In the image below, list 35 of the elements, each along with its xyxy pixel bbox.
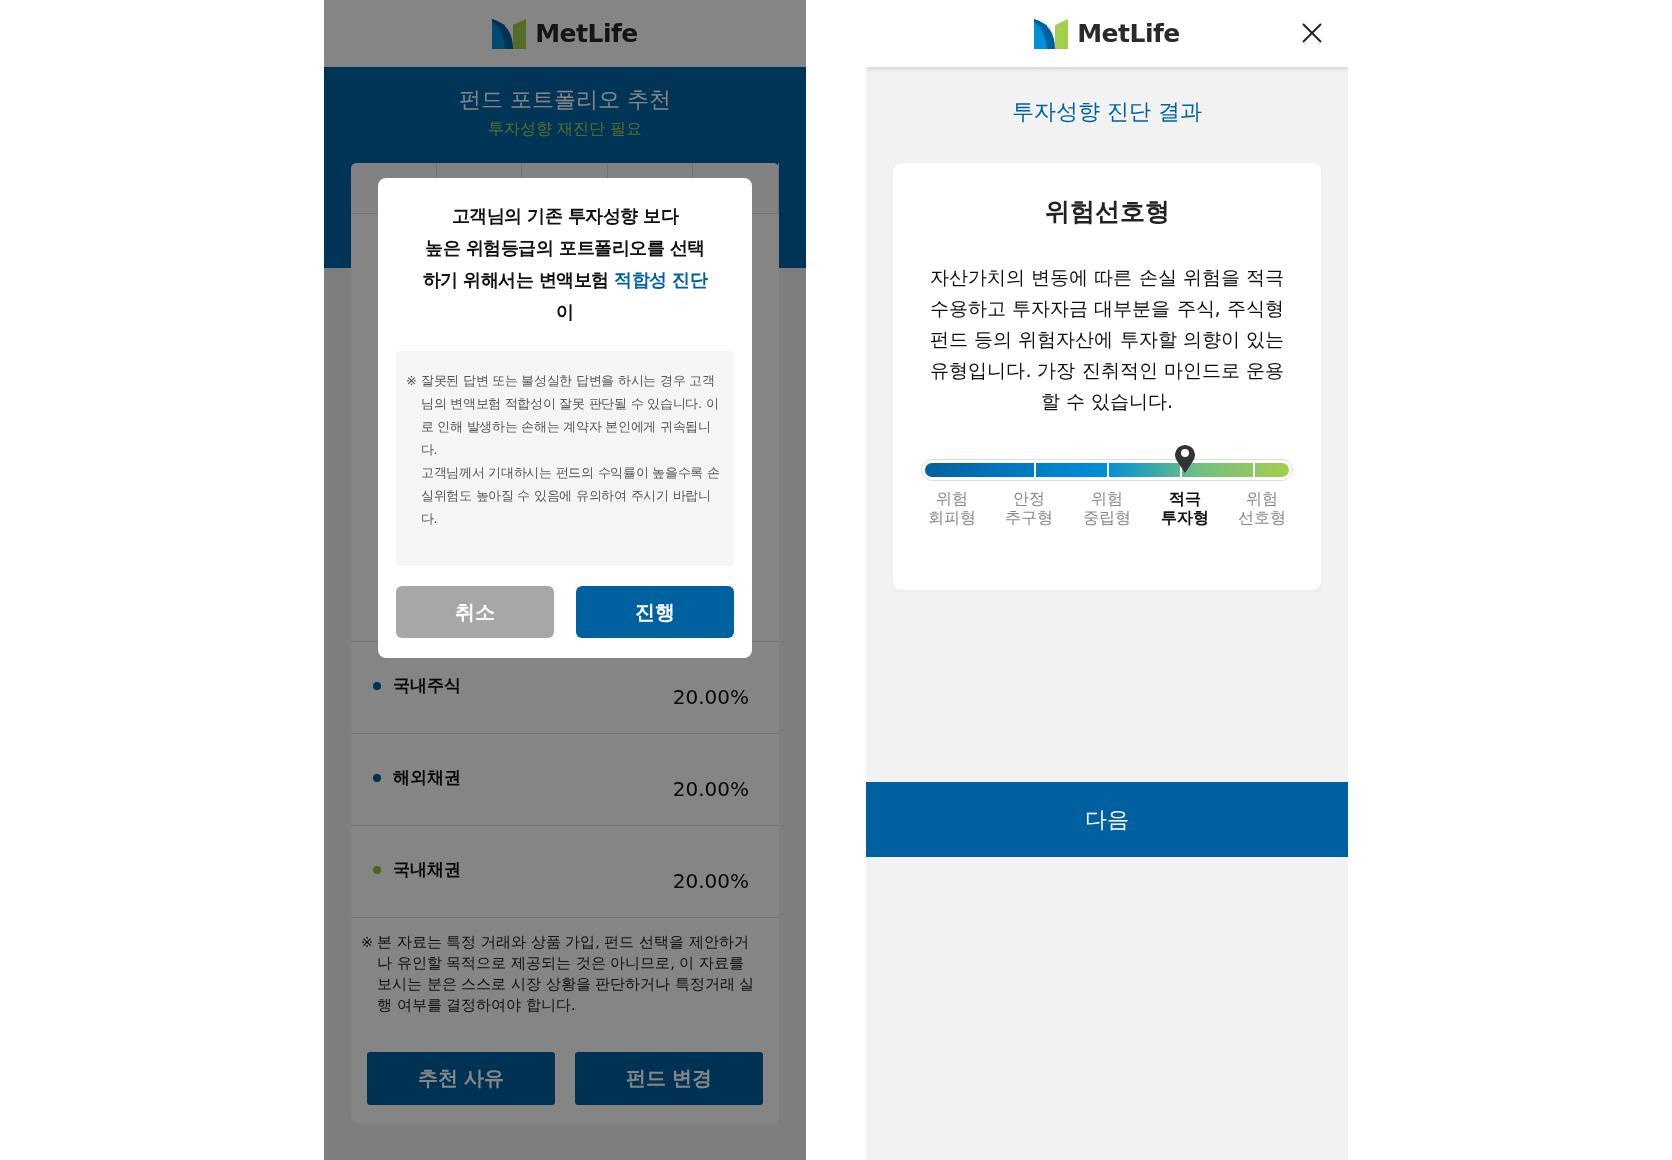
dialog-message: 이 xyxy=(556,301,574,324)
dialog-message: 고객님의 기존 투자성향 보다 xyxy=(451,205,679,228)
warning-mark: ※ xyxy=(406,372,417,390)
risk-level-label: 위험 회피형 xyxy=(926,489,977,527)
risk-level-label: 안정 추구형 xyxy=(1004,489,1055,527)
cancel-button[interactable]: 취소 xyxy=(396,586,554,638)
result-type: 위험선호형 xyxy=(1043,196,1171,228)
logo-icon xyxy=(1034,18,1069,49)
asset-percentage: 20.00% xyxy=(672,776,749,801)
result-description: 자산가치의 변동에 따른 손실 위험을 적극 수용하고 투자자금 대부분을 주식, 주식형 펀드 등의 위험자산에 투자할 의향이 있는 유형입니다. 가장 진취적인 마인드로 운용할 수 있습니다. xyxy=(929,265,1285,414)
close-icon[interactable] xyxy=(1302,23,1322,43)
next-button[interactable]: 다음 xyxy=(866,782,1348,857)
risk-level-label: 위험 중립형 xyxy=(1082,489,1132,527)
logo-icon xyxy=(492,18,527,49)
asset-name: 해외채권 xyxy=(393,766,461,789)
notice-mark: ※ xyxy=(361,933,374,952)
asset-name: 국내주식 xyxy=(393,674,461,697)
brand-name: MetLife xyxy=(1077,19,1180,48)
asset-name: 국내채권 xyxy=(393,858,461,881)
asset-percentage: 20.00% xyxy=(672,868,749,893)
dialog-message: 높은 위험등급의 포트폴리오를 선택 xyxy=(425,237,705,260)
brand-name: MetLife xyxy=(535,19,638,48)
dialog-message: 하기 위해서는 변액보험 적합성 진단 xyxy=(422,269,708,292)
warning-text: 고객님께서 기대하시는 펀드의 수익률이 높을수록 손실위험도 높아질 수 있음에 유의하여 주시기 바랍니다. xyxy=(420,464,721,528)
asset-percentage: 20.00% xyxy=(672,684,749,709)
confirm-button[interactable]: 진행 xyxy=(576,586,734,638)
warning-text: 잘못된 답변 또는 불성실한 답변을 하시는 경우 고객님의 변액보험 적합성이 잘못 판단될 수 있습니다. 이로 인해 발생하는 손해는 계약자 본인에게 귀속됩니다. xyxy=(420,372,720,459)
risk-level-label: 적극 투자형 xyxy=(1159,489,1210,527)
risk-level-label: 위험 선호형 xyxy=(1237,489,1288,527)
disclaimer-text: 본 자료는 특정 거래와 상품 가입, 펀드 선택을 제안하거나 유인할 목적으로 제공되는 것은 아니므로, 이 자료를 보시는 분은 스스로 시장 상황을 판단하거나 특정거래 실행 여부를 결정하여야 합니다. xyxy=(377,933,755,1015)
action-button[interactable]: 펀드 변경 xyxy=(575,1052,763,1105)
page-subtitle: 투자성향 재진단 필요 xyxy=(487,119,643,140)
page-title: 펀드 포트폴리오 추천 xyxy=(459,86,671,114)
result-heading: 투자성향 진단 결과 xyxy=(1011,98,1203,126)
action-button[interactable]: 추천 사유 xyxy=(367,1052,555,1105)
